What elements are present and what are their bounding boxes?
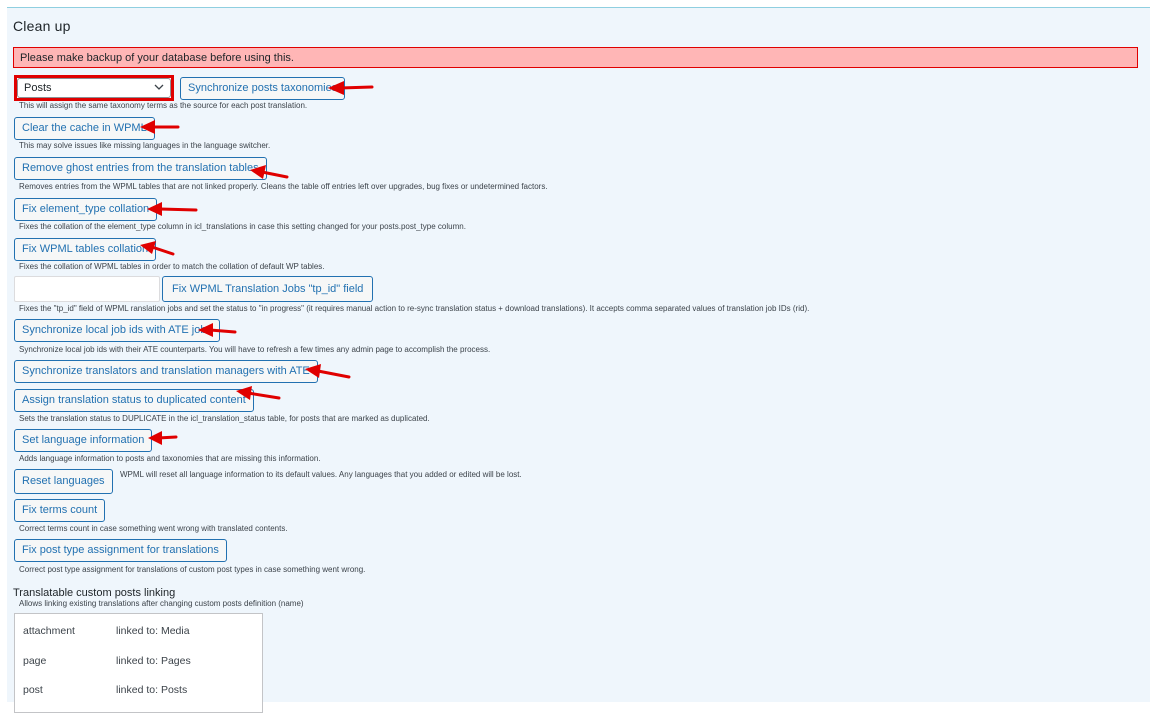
assign-duplicate-status-button[interactable]: Assign translation status to duplicated …	[14, 389, 254, 412]
reset-languages-desc: WPML will reset all language information…	[120, 470, 522, 479]
clear-cache-button[interactable]: Clear the cache in WPML	[14, 117, 155, 140]
fix-tables-collation-desc: Fixes the collation of WPML tables in or…	[19, 262, 325, 271]
assign-duplicate-status-desc: Sets the translation status to DUPLICATE…	[19, 414, 430, 423]
clear-cache-desc: This may solve issues like missing langu…	[19, 141, 271, 150]
fix-post-type-assignment-desc: Correct post type assignment for transla…	[19, 565, 366, 574]
linking-list: attachment linked to: Media page linked …	[14, 613, 263, 713]
sync-translators-button[interactable]: Synchronize translators and translation …	[14, 360, 318, 383]
fix-element-type-collation-desc: Fixes the collation of the element_type …	[19, 222, 466, 231]
post-type-link: linked to: Pages	[116, 655, 191, 667]
sync-job-ids-button[interactable]: Synchronize local job ids with ATE jobs	[14, 319, 220, 342]
post-type-key: post	[23, 684, 43, 696]
post-type-key: page	[23, 655, 47, 667]
section-title: Clean up	[13, 18, 71, 34]
remove-ghost-entries-button[interactable]: Remove ghost entries from the translatio…	[14, 157, 267, 180]
reset-languages-button[interactable]: Reset languages	[14, 469, 113, 494]
post-type-link: linked to: Posts	[116, 684, 188, 696]
sync-taxonomies-desc: This will assign the same taxonomy terms…	[19, 101, 308, 110]
linking-section-desc: Allows linking existing translations aft…	[19, 599, 304, 608]
post-type-link: linked to: Media	[116, 625, 190, 637]
tp-id-input[interactable]	[14, 276, 160, 302]
sync-job-ids-desc: Synchronize local job ids with their ATE…	[19, 345, 491, 354]
fix-tables-collation-button[interactable]: Fix WPML tables collation	[14, 238, 157, 261]
fix-terms-count-desc: Correct terms count in case something we…	[19, 524, 288, 533]
linking-section-label: Translatable custom posts linking	[13, 587, 176, 599]
fix-terms-count-button[interactable]: Fix terms count	[14, 499, 106, 522]
fix-post-type-assignment-button[interactable]: Fix post type assignment for translation…	[14, 539, 227, 562]
fix-element-type-collation-button[interactable]: Fix element_type collation	[14, 198, 158, 221]
set-language-info-desc: Adds language information to posts and t…	[19, 454, 321, 463]
fix-tp-id-desc: Fixes the "tp_id" field of WPML ranslati…	[19, 304, 810, 313]
post-type-select-value: Posts	[24, 82, 52, 94]
post-type-select[interactable]: Posts	[17, 78, 171, 98]
cleanup-panel: Clean up Please make backup of your data…	[7, 7, 1150, 713]
remove-ghost-entries-desc: Removes entries from the WPML tables tha…	[19, 182, 548, 191]
set-language-info-button[interactable]: Set language information	[14, 429, 153, 452]
chevron-down-icon	[154, 84, 164, 90]
backup-warning: Please make backup of your database befo…	[13, 47, 1138, 68]
post-type-select-highlight: Posts	[14, 75, 174, 101]
post-type-key: attachment	[23, 625, 75, 637]
fix-tp-id-button[interactable]: Fix WPML Translation Jobs "tp_id" field	[162, 276, 374, 302]
sync-taxonomies-button[interactable]: Synchronize posts taxonomies	[180, 77, 346, 100]
